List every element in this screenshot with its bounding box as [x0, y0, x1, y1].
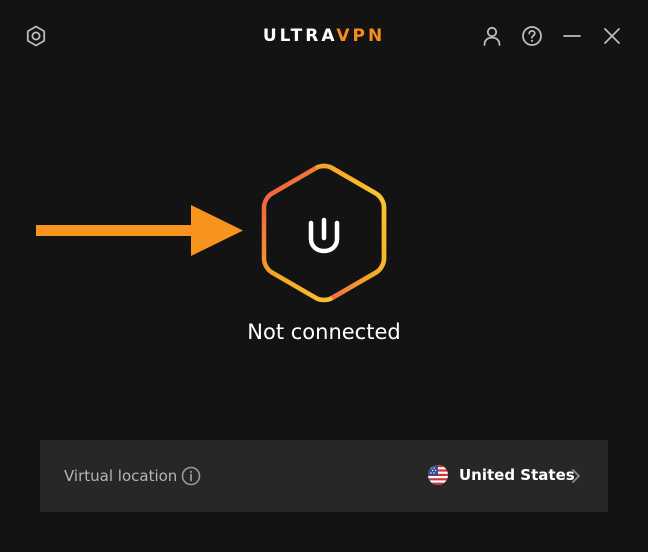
- help-icon: [522, 26, 542, 46]
- info-icon[interactable]: [181, 466, 201, 486]
- help-button[interactable]: [518, 22, 546, 50]
- logo-text-vpn: VPN: [336, 26, 386, 46]
- virtual-location-selector[interactable]: Virtual location United States: [40, 440, 608, 512]
- chevron-right-icon: [572, 469, 580, 483]
- user-icon: [483, 26, 501, 46]
- account-button[interactable]: [478, 22, 506, 50]
- arrow-annotation-icon: [36, 205, 243, 256]
- connect-button[interactable]: [258, 162, 390, 304]
- app-logo: ULTRAVPN: [0, 24, 648, 48]
- close-button[interactable]: [598, 22, 626, 50]
- minimize-button[interactable]: [558, 22, 586, 50]
- us-flag-icon: [428, 465, 448, 485]
- virtual-location-label: Virtual location: [64, 467, 178, 485]
- selected-country: United States: [459, 466, 575, 484]
- connection-status: Not connected: [247, 320, 401, 344]
- close-icon: [604, 28, 620, 44]
- minimize-icon: [563, 35, 581, 37]
- vpn-app-window: ULTRAVPN Not connected Virtual location …: [0, 0, 648, 552]
- power-hexagon-icon: [261, 163, 387, 303]
- logo-text-ultra: ULTRA: [262, 26, 337, 46]
